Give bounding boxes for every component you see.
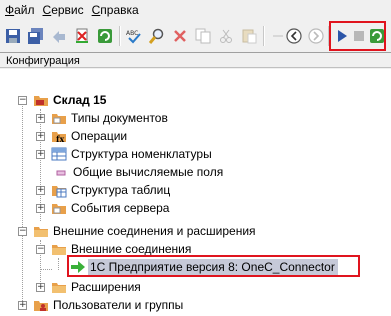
tree-root-label: Склад 15 [53,93,107,107]
folder-icon [51,241,67,257]
tree-item-doc-types[interactable]: + Типы документов [35,109,168,127]
expand-icon[interactable]: + [36,132,45,141]
tree-item-nomenclature[interactable]: + Структура номенклатуры [35,145,212,163]
expand-icon[interactable]: + [36,186,45,195]
operations-icon: fx [51,128,67,144]
green-arrow-icon [70,259,86,275]
tree-item-users[interactable]: + Пользователи и группы [17,296,183,314]
expand-icon[interactable]: + [36,204,45,213]
tree-item-connector[interactable]: 1С Предприятие версия 8: OneC_Connector [70,258,338,276]
tree-item-server-events[interactable]: + События сервера [35,199,169,217]
tree-item-table-structure[interactable]: + Структура таблиц [35,181,170,199]
tree-root[interactable]: − Склад 15 [17,91,106,109]
paste-icon[interactable] [240,27,258,45]
spellcheck-icon[interactable]: ABC [125,27,143,45]
refresh-icon[interactable] [96,27,114,45]
folder-icon [33,223,49,239]
table-icon [51,146,67,162]
users-folder-icon [33,297,49,313]
folder-icon [51,200,67,216]
connector-label: 1С Предприятие версия 8: OneC_Connector [88,259,338,275]
collapse-icon[interactable]: − [36,245,45,254]
back-arrow-icon[interactable] [50,27,68,45]
nav-forward-icon[interactable] [307,27,325,45]
tree-item-ext-group[interactable]: − Внешние соединения и расширения [17,222,256,240]
menu-service[interactable]: Сервис [40,0,87,20]
collapse-icon[interactable]: − [18,227,27,236]
copy-icon[interactable] [194,27,212,45]
run-controls-highlight [329,21,386,51]
delete-doc-icon[interactable] [73,27,91,45]
collapse-icon[interactable]: − [18,96,27,105]
folder-icon [51,279,67,295]
svg-text:fx: fx [56,134,64,144]
cut-icon[interactable] [217,27,235,45]
expand-icon[interactable]: + [36,114,45,123]
save-icon[interactable] [4,27,22,45]
expand-icon[interactable]: + [36,150,45,159]
close-icon[interactable] [171,27,189,45]
nav-back-icon[interactable] [285,27,303,45]
save-all-icon[interactable] [27,27,45,45]
config-folder-icon [33,92,49,108]
tree-item-extensions[interactable]: + Расширения [35,278,141,296]
tree-item-operations[interactable]: + fx Операции [35,127,127,145]
folder-icon [51,110,67,126]
configuration-tree: − Склад 15 + Типы документов + fx Операц… [0,69,391,316]
tree-item-calc-fields[interactable]: Общие вычисляемые поля [53,163,223,181]
menu-bar: Файл Сервис Справка [0,0,391,20]
calc-field-icon [53,164,69,180]
panel-title: Конфигурация [0,52,391,68]
expand-icon[interactable]: + [36,283,45,292]
svg-text:ABC: ABC [126,30,138,37]
menu-help[interactable]: Справка [89,0,142,20]
search-icon[interactable] [148,27,166,45]
table-folder-icon [51,182,67,198]
menu-file[interactable]: Файл [2,0,38,20]
expand-icon[interactable]: + [18,301,27,310]
